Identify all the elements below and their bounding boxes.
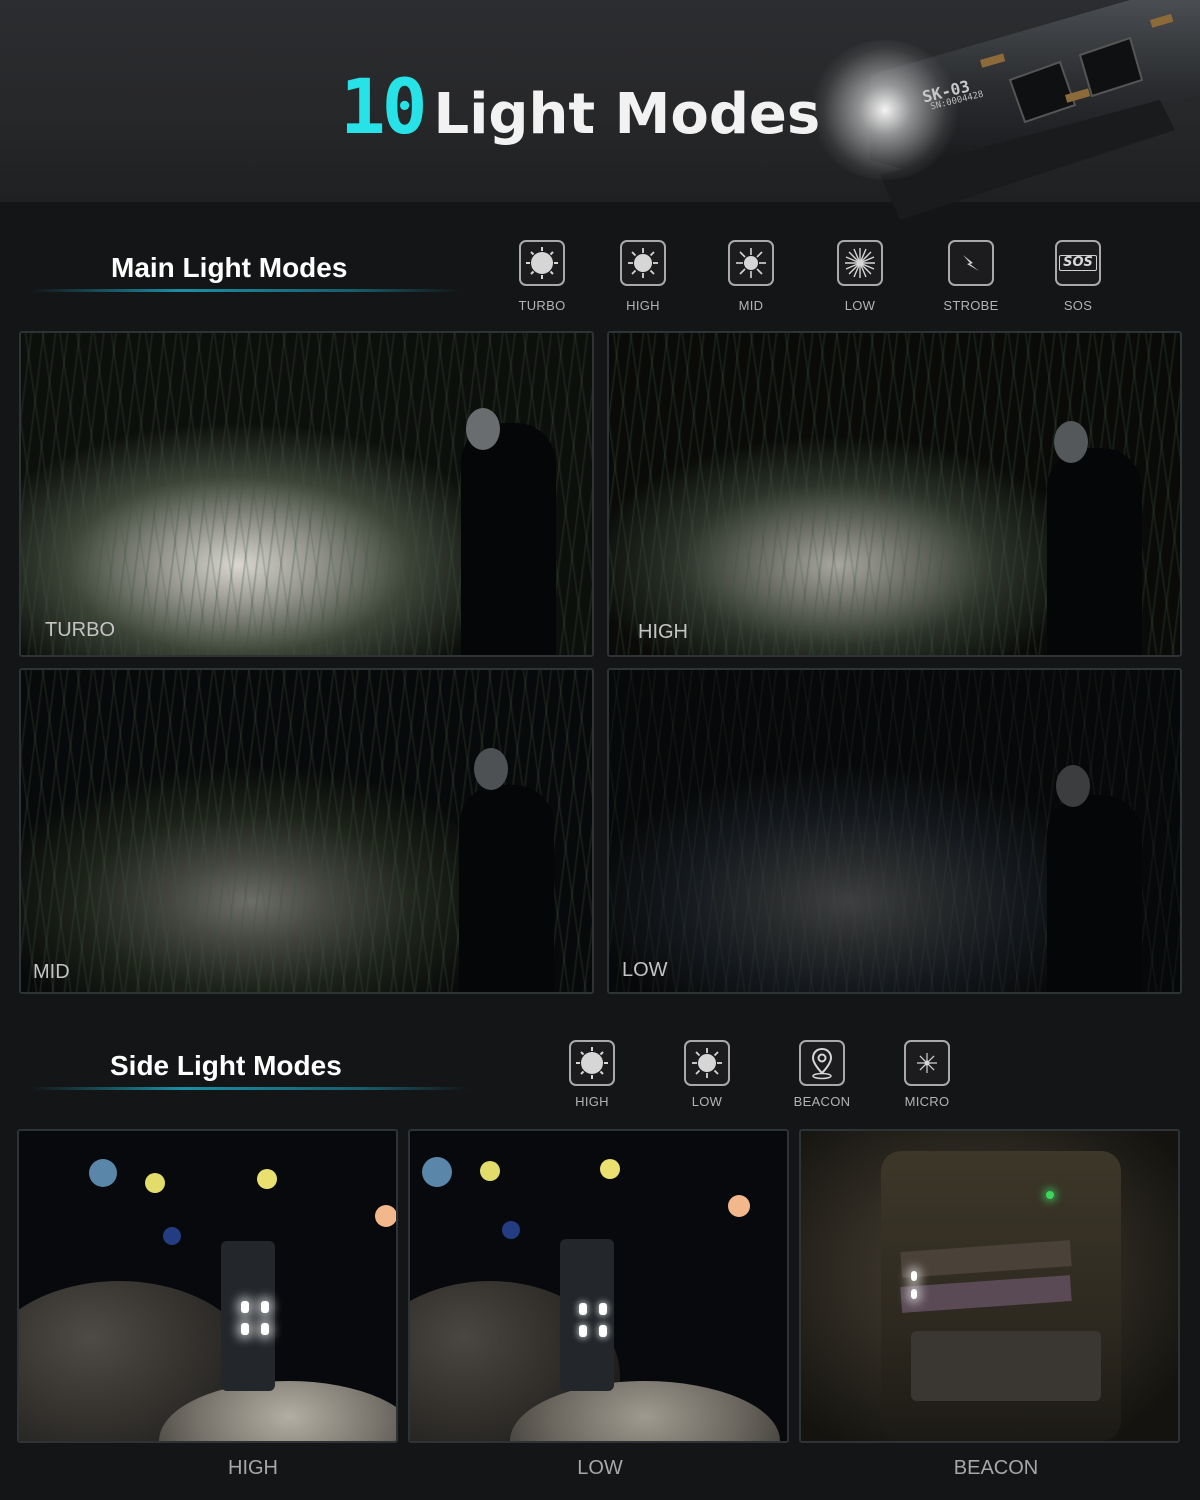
sun-full-icon [569,1040,615,1086]
mode-sos: SOS SOS [1033,240,1123,313]
flashlight-standing [560,1239,614,1391]
sun-high-icon [684,1040,730,1086]
mode-low: LOW [815,240,905,313]
side-photo-label-high: HIGH [228,1457,278,1479]
mode-label: BEACON [793,1094,851,1109]
side-led [261,1301,269,1313]
side-led [241,1323,249,1335]
person-head [466,408,500,450]
side-led [261,1323,269,1335]
green-beacon-led [1046,1191,1054,1199]
main-modes-underline [30,289,460,292]
photo-label: HIGH [638,621,688,643]
side-photo-label-low: LOW [577,1457,623,1479]
mode-label: LOW [844,298,876,313]
photo-side-high [17,1129,398,1443]
side-led [579,1303,587,1315]
mode-label: MID [738,298,764,313]
mode-label: HIGH [626,298,660,313]
mode-label: TURBO [518,298,566,313]
title-text: Light Modes [433,82,821,147]
side-modes-underline [30,1087,470,1090]
mode-turbo: TURBO [497,240,587,313]
bokeh-light [502,1221,520,1239]
side-led [599,1325,607,1337]
mode-label: SOS [1063,298,1093,313]
mode-mid: MID [706,240,796,313]
bokeh-light [480,1161,500,1181]
page-title: 10 Light Modes [340,62,820,151]
side-led [911,1289,917,1299]
sun-mid-icon [728,240,774,286]
photo-side-beacon [799,1129,1180,1443]
person-head [1056,765,1090,807]
location-pin-icon [799,1040,845,1086]
bokeh-light [89,1159,117,1187]
side-led [599,1303,607,1315]
side-mode-low: LOW [662,1040,752,1109]
bokeh-light [600,1159,620,1179]
photo-high: HIGH [607,331,1182,657]
photo-low: LOW [607,668,1182,994]
sos-icon: SOS [1055,240,1101,286]
bokeh-light [163,1227,181,1245]
person-silhouette [461,423,556,655]
side-led [241,1301,249,1313]
person-silhouette [459,785,554,992]
lightning-icon [948,240,994,286]
bokeh-light [257,1169,277,1189]
person-head [474,748,508,790]
person-head [1054,421,1088,463]
photo-mid: MID [19,668,594,994]
side-modes-title: Side Light Modes [110,1050,342,1081]
sun-low-icon [904,1040,950,1086]
person-silhouette [1047,795,1142,992]
mode-label: HIGH [575,1094,609,1109]
mode-label: STROBE [943,298,999,313]
photo-label: LOW [622,959,668,981]
side-led [579,1325,587,1337]
mode-label: LOW [691,1094,723,1109]
mode-strobe: STROBE [926,240,1016,313]
flashlight-standing [221,1241,275,1391]
mode-label: MICRO [904,1094,950,1109]
main-modes-title: Main Light Modes [111,252,348,283]
side-mode-micro: MICRO [882,1040,972,1109]
bokeh-light [375,1205,396,1227]
side-mode-beacon: BEACON [777,1040,867,1109]
patch-panel [911,1331,1101,1401]
side-mode-high: HIGH [547,1040,637,1109]
sun-low-icon [837,240,883,286]
side-led [911,1271,917,1281]
person-silhouette [1047,448,1142,655]
photo-label: MID [33,961,70,983]
photo-turbo: TURBO [19,331,594,657]
bokeh-light [145,1173,165,1193]
side-photo-label-beacon: BEACON [953,1457,1039,1479]
sun-high-icon [620,240,666,286]
bokeh-light [728,1195,750,1217]
bokeh-light [422,1157,452,1187]
title-number: 10 [340,62,427,151]
mode-high: HIGH [598,240,688,313]
photo-side-low [408,1129,789,1443]
sos-glyph: SOS [1059,255,1097,271]
sun-full-icon [519,240,565,286]
photo-label: TURBO [45,619,115,641]
